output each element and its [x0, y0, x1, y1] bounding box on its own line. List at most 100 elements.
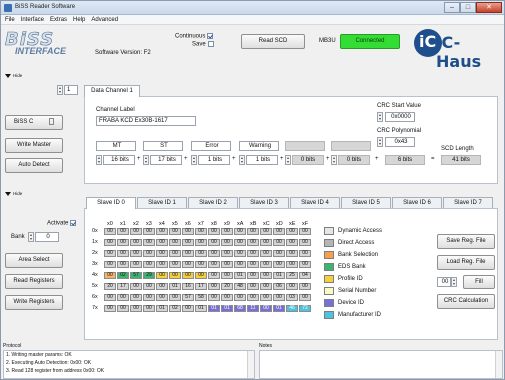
fill-value-field[interactable]: 00: [437, 277, 451, 287]
tab-slave-id-4[interactable]: Slave ID 4: [290, 197, 340, 208]
register-cell[interactable]: 00: [286, 261, 298, 268]
register-cell[interactable]: 00: [104, 228, 116, 235]
save-check-icon[interactable]: [207, 41, 214, 47]
register-cell[interactable]: 00: [273, 294, 285, 301]
bits-spinner-st[interactable]: [143, 155, 149, 165]
register-cell[interactable]: 00: [273, 250, 285, 257]
tab-slave-id-6[interactable]: Slave ID 6: [392, 197, 442, 208]
register-cell[interactable]: 02: [169, 305, 181, 312]
register-cell[interactable]: 00: [104, 239, 116, 246]
register-cell[interactable]: 00: [299, 250, 311, 257]
register-cell[interactable]: 00: [273, 261, 285, 268]
register-cell[interactable]: 00: [169, 294, 181, 301]
field-mt[interactable]: MT: [96, 141, 136, 151]
register-cell[interactable]: 11: [247, 305, 259, 312]
register-cell[interactable]: 00: [195, 272, 207, 279]
register-cell[interactable]: 29: [143, 272, 155, 279]
register-cell[interactable]: 01: [169, 283, 181, 290]
register-cell[interactable]: 00: [156, 294, 168, 301]
register-cell[interactable]: 00: [169, 228, 181, 235]
save-reg-file-button[interactable]: Save Reg. File: [437, 234, 495, 249]
fill-button[interactable]: Fill: [463, 275, 495, 289]
notes-scrollbar[interactable]: [495, 351, 502, 378]
register-cell[interactable]: 01: [273, 272, 285, 279]
register-cell[interactable]: 00: [182, 250, 194, 257]
register-cell[interactable]: 00: [169, 272, 181, 279]
register-cell[interactable]: 00: [104, 250, 116, 257]
register-cell[interactable]: 00: [260, 239, 272, 246]
register-cell[interactable]: 00: [260, 272, 272, 279]
register-cell[interactable]: 00: [195, 250, 207, 257]
hide-label-top[interactable]: Hide: [13, 73, 22, 78]
collapse-arrow-icon[interactable]: [5, 192, 11, 196]
register-cell[interactable]: 00: [104, 261, 116, 268]
register-cell[interactable]: 00: [182, 228, 194, 235]
register-cell[interactable]: 00: [299, 239, 311, 246]
register-cell[interactable]: 00: [208, 283, 220, 290]
bits-spinner-5[interactable]: [285, 155, 291, 165]
menu-interface[interactable]: Interface: [21, 15, 44, 24]
maximize-button[interactable]: □: [460, 2, 476, 13]
register-cell[interactable]: 00: [208, 294, 220, 301]
register-cell[interactable]: 00: [117, 239, 129, 246]
continuous-check-icon[interactable]: [207, 33, 214, 39]
register-cell[interactable]: 00: [260, 305, 272, 312]
register-cell[interactable]: 00: [117, 294, 129, 301]
register-cell[interactable]: 00: [221, 294, 233, 301]
register-cell[interactable]: 00: [221, 239, 233, 246]
register-cell[interactable]: 00: [130, 250, 142, 257]
tab-slave-id-5[interactable]: Slave ID 5: [341, 197, 391, 208]
register-cell[interactable]: 00: [299, 228, 311, 235]
register-cell[interactable]: 57: [130, 272, 142, 279]
tab-slave-id-0[interactable]: Slave ID 0: [86, 197, 136, 209]
write-master-button[interactable]: Write Master: [5, 138, 63, 153]
register-cell[interactable]: 00: [130, 261, 142, 268]
register-cell[interactable]: 00: [130, 305, 142, 312]
channel-label-field[interactable]: FRABA KCD Ex30B-1617: [96, 116, 196, 126]
register-cell[interactable]: 58: [195, 294, 207, 301]
register-cell[interactable]: 00: [299, 294, 311, 301]
bits-error[interactable]: 1 bits: [198, 155, 230, 165]
register-cell[interactable]: 20: [104, 283, 116, 290]
register-cell[interactable]: 00: [143, 294, 155, 301]
tab-slave-id-2[interactable]: Slave ID 2: [188, 197, 238, 208]
field-warning[interactable]: Warning: [239, 141, 279, 151]
register-cell[interactable]: 00: [234, 294, 246, 301]
register-cell[interactable]: 17: [117, 283, 129, 290]
register-cell[interactable]: 00: [234, 228, 246, 235]
bank-spinner[interactable]: [28, 232, 34, 242]
register-cell[interactable]: 00: [260, 283, 272, 290]
tab-slave-id-7[interactable]: Slave ID 7: [443, 197, 493, 208]
register-cell[interactable]: 00: [221, 261, 233, 268]
protocol-log[interactable]: 1. Writing master params: OK 2. Executin…: [3, 350, 255, 379]
register-cell[interactable]: 00: [143, 261, 155, 268]
fill-value-spinner[interactable]: [451, 277, 457, 287]
register-cell[interactable]: 00: [130, 294, 142, 301]
register-cell[interactable]: 00: [117, 261, 129, 268]
register-cell[interactable]: 48: [234, 283, 246, 290]
write-registers-button[interactable]: Write Registers: [5, 295, 63, 310]
bits-spinner-warning[interactable]: [239, 155, 245, 165]
register-cell[interactable]: 46: [286, 305, 298, 312]
field-st[interactable]: ST: [143, 141, 183, 151]
menu-advanced[interactable]: Advanced: [91, 15, 118, 24]
register-cell[interactable]: 00: [143, 250, 155, 257]
register-cell[interactable]: 00: [130, 283, 142, 290]
channel-spinner[interactable]: [57, 85, 63, 95]
register-cell[interactable]: 00: [247, 239, 259, 246]
register-cell[interactable]: 00: [247, 228, 259, 235]
biss-c-button[interactable]: BiSS C: [5, 115, 63, 130]
save-checkbox[interactable]: Save: [192, 41, 214, 48]
menu-help[interactable]: Help: [73, 15, 85, 24]
register-cell[interactable]: 00: [143, 239, 155, 246]
register-cell[interactable]: 00: [247, 272, 259, 279]
notes-box[interactable]: [259, 350, 503, 379]
register-cell[interactable]: 00: [260, 261, 272, 268]
register-cell[interactable]: 00: [169, 261, 181, 268]
register-cell[interactable]: 00: [104, 272, 116, 279]
crc-poly-spinner[interactable]: [377, 137, 383, 147]
register-cell[interactable]: 00: [156, 228, 168, 235]
register-cell[interactable]: 00: [221, 228, 233, 235]
minimize-button[interactable]: –: [444, 2, 460, 13]
bits-spinner-6[interactable]: [331, 155, 337, 165]
